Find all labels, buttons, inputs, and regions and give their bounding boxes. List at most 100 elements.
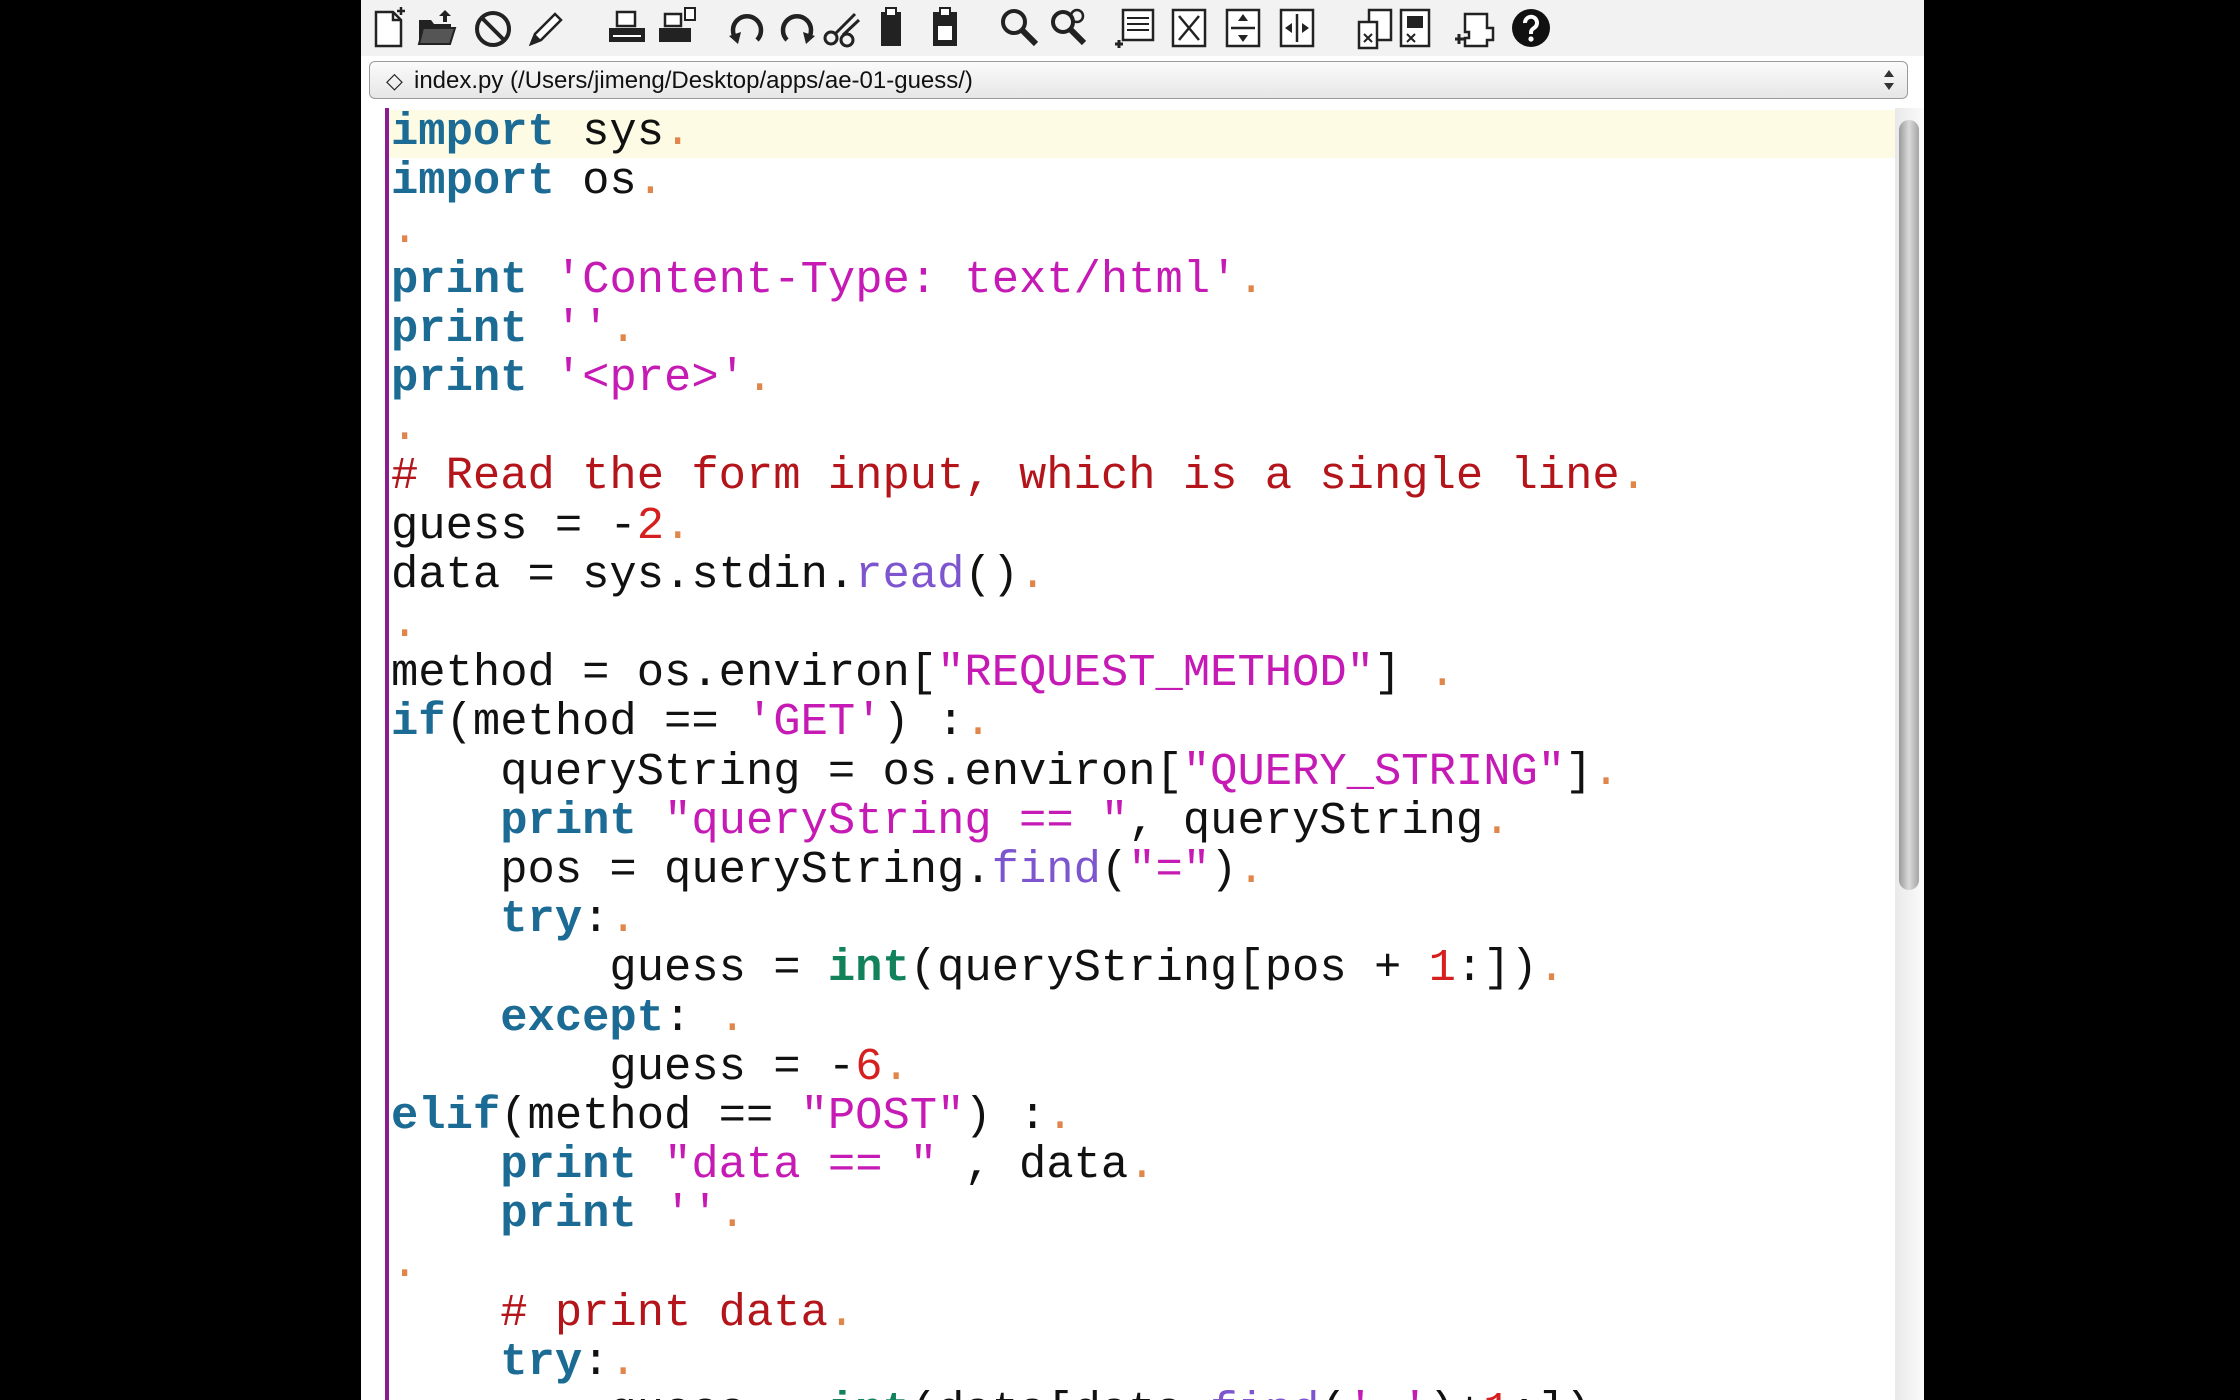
code-line[interactable]: try:. <box>391 895 637 944</box>
code-token: guess = - <box>391 1040 856 1093</box>
code-line[interactable]: . <box>391 1239 418 1289</box>
code-line[interactable]: print ''. <box>391 1190 746 1239</box>
code-token: ) : <box>964 1090 1047 1142</box>
line-end-marker: . <box>1046 1090 1074 1142</box>
code-token: : <box>582 893 610 946</box>
code-line[interactable]: print "data == " , data. <box>391 1139 1155 1192</box>
copy-icon[interactable] <box>867 3 915 53</box>
file-path-label: index.py (/Users/jimeng/Desktop/apps/ae-… <box>414 67 973 94</box>
print-options-icon[interactable] <box>653 3 701 53</box>
split-horizontal-icon[interactable] <box>1273 3 1321 53</box>
line-end-marker: . <box>718 1188 746 1241</box>
code-line[interactable]: queryString = os.environ["QUERY_STRING"]… <box>391 747 1620 797</box>
line-end-marker: . <box>391 204 419 257</box>
code-token: 1 <box>1483 1385 1510 1400</box>
code-editor[interactable]: import sys. import os.. print 'Content-Typ… <box>361 108 1924 1400</box>
code-token: () <box>964 548 1020 601</box>
code-token: '' <box>664 1188 719 1241</box>
vertical-scrollbar[interactable] <box>1895 108 1924 1400</box>
line-end-marker: . <box>609 302 637 355</box>
code-line[interactable]: guess = -6. <box>391 1040 909 1093</box>
code-token: try <box>500 893 583 946</box>
code-token: guess = <box>391 942 828 995</box>
help-icon[interactable] <box>1507 3 1555 53</box>
code-token: '=' <box>1347 1385 1429 1400</box>
redo-icon[interactable] <box>773 3 821 53</box>
code-line[interactable]: import sys. <box>391 108 691 157</box>
paste-icon[interactable] <box>921 3 969 53</box>
code-token: try <box>500 1336 583 1388</box>
code-line[interactable]: pos = queryString.find("="). <box>391 846 1265 895</box>
code-token: )+ <box>1429 1385 1484 1400</box>
code-line[interactable]: print "queryString == ", queryString. <box>391 794 1510 847</box>
file-path-popup[interactable]: ◇ index.py (/Users/jimeng/Desktop/apps/a… <box>369 61 1908 99</box>
cut-icon[interactable] <box>819 3 867 53</box>
file-info-icon[interactable] <box>1391 3 1439 53</box>
code-line[interactable]: . <box>391 600 418 649</box>
split-vertical-icon[interactable] <box>1219 3 1267 53</box>
code-line[interactable]: . <box>391 206 418 255</box>
find-icon[interactable] <box>995 3 1043 53</box>
line-end-marker: . <box>1237 844 1265 896</box>
code-token: except <box>500 991 665 1044</box>
code-token: ) <box>1210 844 1238 896</box>
pencil-icon[interactable] <box>521 3 569 53</box>
code-line[interactable]: try:. <box>391 1338 637 1387</box>
code-token: print <box>391 253 528 306</box>
code-token: method = os.environ[ <box>391 647 938 700</box>
chevron-updown-icon[interactable] <box>1881 66 1897 94</box>
code-line[interactable]: print ''. <box>391 302 637 355</box>
code-token: os <box>554 155 637 208</box>
line-end-marker: . <box>964 696 992 749</box>
code-line[interactable]: if(method == 'GET') :. <box>391 698 992 747</box>
code-token: read <box>855 548 965 601</box>
open-folder-icon[interactable] <box>413 3 461 53</box>
code-token: import <box>391 155 555 208</box>
scrollbar-thumb[interactable] <box>1899 120 1919 890</box>
new-file-icon[interactable] <box>365 3 413 53</box>
code-line[interactable]: except: . <box>391 991 746 1044</box>
code-token: "POST" <box>800 1090 965 1142</box>
stop-icon[interactable] <box>469 3 517 53</box>
code-line[interactable]: # Read the form input, which is a single… <box>391 452 1647 501</box>
code-token: ( <box>1319 1385 1346 1400</box>
code-token: guess = - <box>391 499 637 552</box>
fit-window-icon[interactable] <box>1165 3 1213 53</box>
code-line[interactable]: guess = int(queryString[pos + 1:]). <box>391 944 1565 993</box>
print-icon[interactable] <box>603 3 651 53</box>
code-token: :]) <box>1511 1385 1593 1400</box>
find-replace-icon[interactable] <box>1045 3 1093 53</box>
code-token: print <box>500 1188 637 1241</box>
code-line[interactable]: # print data. <box>391 1287 855 1339</box>
code-token: "queryString == " <box>664 794 1129 847</box>
code-token: print <box>391 302 528 355</box>
code-line[interactable]: import os. <box>391 157 664 206</box>
code-token: data = sys.stdin. <box>391 548 856 601</box>
code-token: 'GET' <box>745 696 883 749</box>
document-settings-icon[interactable] <box>1113 3 1161 53</box>
extensions-icon[interactable] <box>1453 3 1501 53</box>
code-line[interactable]: method = os.environ["REQUEST_METHOD"] . <box>391 649 1456 698</box>
code-line[interactable]: data = sys.stdin.read(). <box>391 548 1046 601</box>
code-line[interactable]: print 'Content-Type: text/html'. <box>391 253 1265 306</box>
code-token: , data <box>937 1139 1129 1192</box>
code-token: import <box>391 108 555 158</box>
code-line[interactable]: . <box>391 403 418 452</box>
line-end-marker: . <box>664 108 692 158</box>
undo-icon[interactable] <box>723 3 771 53</box>
code-token: 'Content-Type: text/html' <box>554 253 1238 306</box>
code-line[interactable]: guess = int(data[data.find('=')+1:]). <box>391 1385 1619 1400</box>
code-line[interactable]: elif(method == "POST") :. <box>391 1092 1074 1141</box>
line-end-marker: . <box>391 401 419 454</box>
code-line[interactable]: guess = -2. <box>391 499 691 552</box>
line-end-marker: . <box>609 1336 637 1388</box>
code-line[interactable]: print '<pre>'. <box>391 354 773 403</box>
code-token: ) : <box>882 696 965 749</box>
line-end-marker: . <box>1237 253 1265 306</box>
code-area[interactable]: import sys. import os.. print 'Content-Typ… <box>391 108 1891 1400</box>
